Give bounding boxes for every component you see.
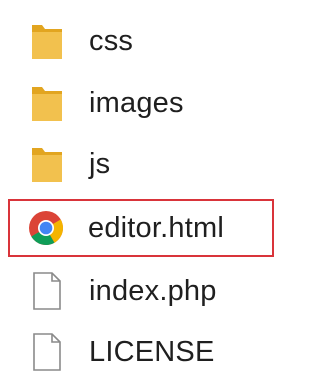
chrome-icon (22, 204, 70, 252)
file-list: css images js editor.html index.php LICE… (0, 0, 281, 378)
file-list-item-css[interactable]: css (9, 14, 273, 68)
file-list-item-license[interactable]: LICENSE (9, 325, 273, 378)
folder-icon (23, 140, 71, 188)
file-name: index.php (89, 274, 217, 307)
file-name: js (89, 147, 111, 180)
file-icon (23, 328, 71, 376)
folder-icon (23, 17, 71, 65)
file-list-item-index-php[interactable]: index.php (9, 264, 273, 318)
file-name: LICENSE (89, 335, 215, 368)
folder-icon (23, 79, 71, 127)
file-list-item-images[interactable]: images (9, 76, 273, 130)
file-name: css (89, 24, 134, 57)
file-name: editor.html (88, 211, 224, 244)
file-list-item-js[interactable]: js (9, 137, 273, 191)
file-name: images (89, 86, 184, 119)
file-list-item-editor-html[interactable]: editor.html (8, 199, 274, 257)
file-icon (23, 267, 71, 315)
